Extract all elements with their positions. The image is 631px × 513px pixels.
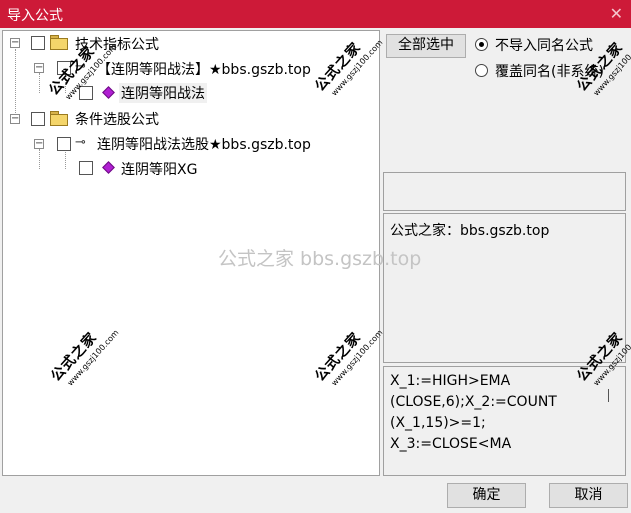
folder-icon xyxy=(50,111,68,126)
tree-line xyxy=(39,73,40,93)
collapse-icon[interactable]: − xyxy=(10,38,20,48)
ok-button[interactable]: 确定 xyxy=(447,483,526,508)
radio-button[interactable] xyxy=(475,64,488,77)
checkbox[interactable] xyxy=(57,137,71,151)
close-icon[interactable]: ✕ xyxy=(610,4,623,23)
collapse-icon[interactable]: − xyxy=(34,63,44,73)
tree-node-label: 连阴等阳XG xyxy=(121,162,198,178)
tree-line xyxy=(39,149,40,169)
checkbox[interactable] xyxy=(31,112,45,126)
collapse-icon[interactable]: − xyxy=(10,114,20,124)
collapse-icon[interactable]: − xyxy=(34,139,44,149)
code-text: X_1:=HIGH>EMA (CLOSE,6);X_2:=COUNT (X_1,… xyxy=(390,373,557,452)
window-title: 导入公式 xyxy=(7,8,63,24)
radio-label: 不导入同名公式 xyxy=(495,38,593,54)
checkbox[interactable] xyxy=(31,36,45,50)
center-watermark: 公式之家 bbs.gszb.top xyxy=(218,248,422,270)
cancel-button[interactable]: 取消 xyxy=(549,483,628,508)
tree-node-label: 条件选股公式 xyxy=(75,112,159,128)
info-text: 公式之家：bbs.gszb.top xyxy=(390,223,550,239)
select-all-button[interactable]: 全部选中 xyxy=(386,34,466,58)
key-icon: ⊸ xyxy=(75,135,86,150)
tree-node-label: 连阴等阳战法选股★bbs.gszb.top xyxy=(97,137,311,153)
title-bar: 导入公式 ✕ xyxy=(0,0,631,28)
checkbox[interactable] xyxy=(79,161,93,175)
formula-gem-icon xyxy=(102,161,115,174)
info-panel: 公式之家：bbs.gszb.top xyxy=(383,213,626,363)
empty-panel xyxy=(383,172,626,211)
radio-button[interactable] xyxy=(475,38,488,51)
scrollbar[interactable] xyxy=(609,367,625,475)
tree-line xyxy=(15,49,16,121)
formula-gem-icon xyxy=(102,86,115,99)
tree-node-label: 【连阴等阳战法】★bbs.gszb.top xyxy=(97,62,311,78)
tree-line xyxy=(65,149,66,169)
tree-node-label: 连阴等阳战法 xyxy=(119,83,207,103)
folder-icon xyxy=(50,35,68,50)
